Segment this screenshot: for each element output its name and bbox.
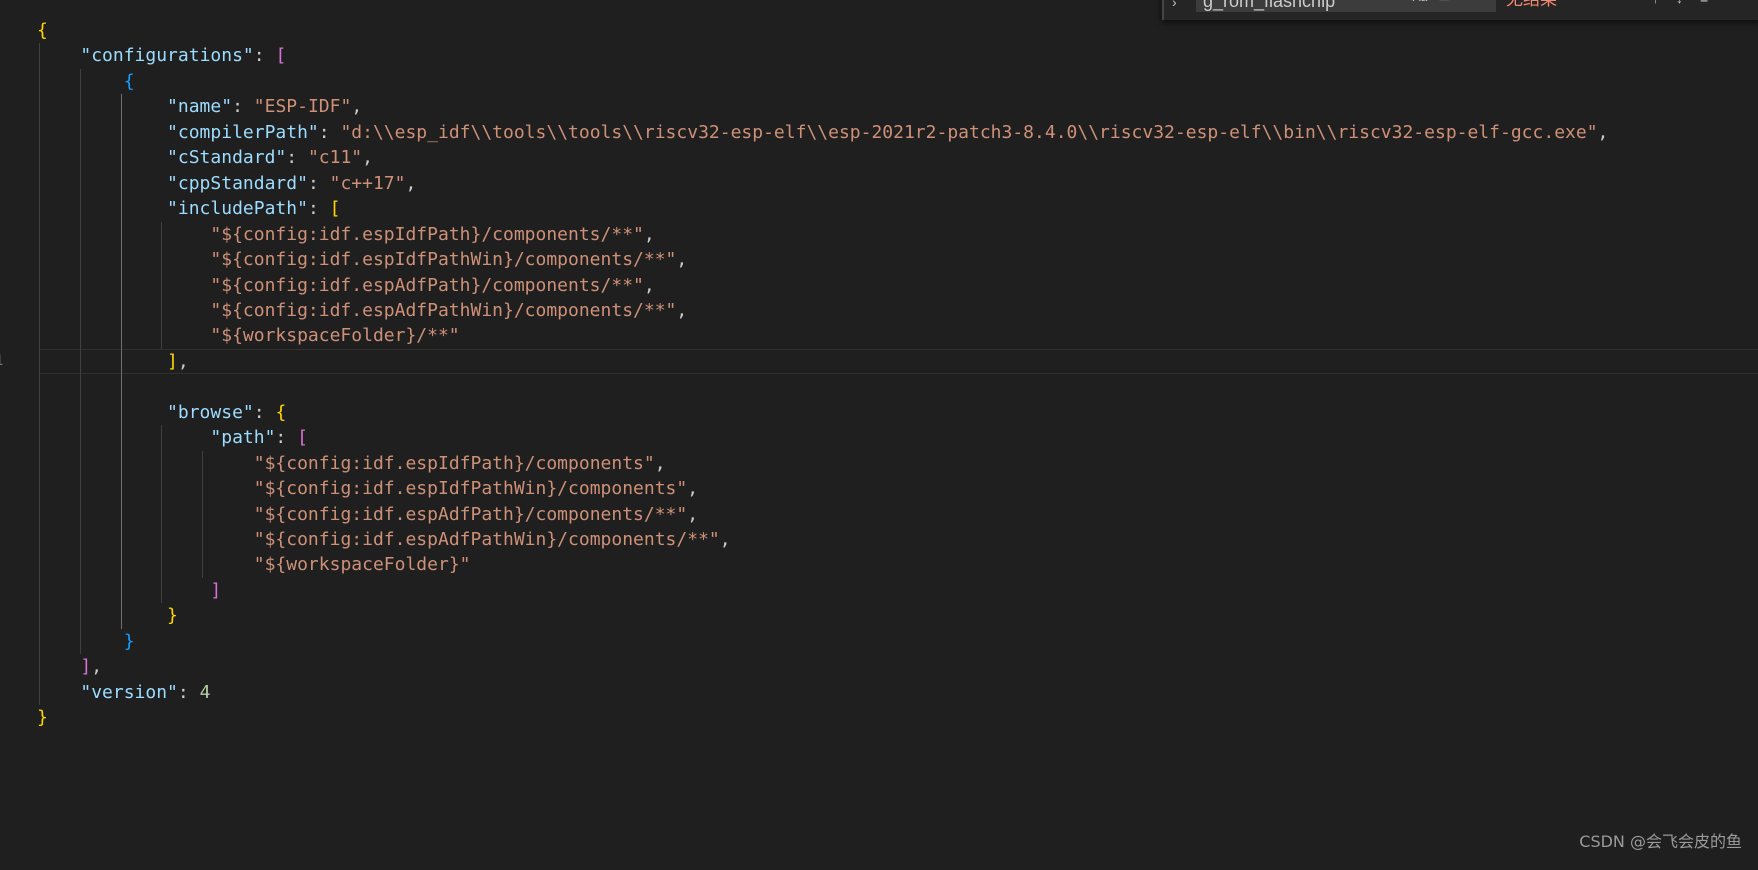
- next-match-icon[interactable]: ↓: [1676, 0, 1683, 6]
- code-line[interactable]: "version": 4: [37, 680, 210, 705]
- code-line[interactable]: "configurations": [: [37, 43, 286, 68]
- line-number: [0, 502, 8, 527]
- line-number: [0, 171, 8, 196]
- code-line[interactable]: "${config:idf.espAdfPath}/components/**"…: [37, 502, 698, 527]
- code-line[interactable]: ],: [37, 349, 189, 374]
- line-number: [0, 196, 8, 221]
- code-line[interactable]: "browse": {: [37, 400, 286, 425]
- line-number: [0, 705, 8, 730]
- line-number: [0, 18, 8, 43]
- code-line[interactable]: "${config:idf.espAdfPathWin}/components/…: [37, 298, 687, 323]
- code-line[interactable]: "${workspaceFolder}": [37, 552, 471, 577]
- line-number: [0, 120, 8, 145]
- line-number: [0, 323, 8, 348]
- line-number: [0, 43, 8, 68]
- code-editor[interactable]: 1 { "configurations": [ { "name": "ESP-I…: [0, 0, 1758, 870]
- line-number: [0, 298, 8, 323]
- code-line[interactable]: "${config:idf.espIdfPath}/components/**"…: [37, 222, 654, 247]
- code-line[interactable]: ],: [37, 654, 102, 679]
- line-number: [0, 94, 8, 119]
- previous-match-icon[interactable]: ↑: [1652, 0, 1659, 6]
- code-line[interactable]: }: [37, 629, 135, 654]
- watermark: CSDN @会飞会皮的鱼: [1579, 832, 1742, 851]
- match-case-icon[interactable]: Aa: [1410, 0, 1430, 8]
- code-line[interactable]: "compilerPath": "d:\\esp_idf\\tools\\too…: [37, 120, 1608, 145]
- code-line[interactable]: "cStandard": "c11",: [37, 145, 373, 170]
- find-result-text: 无结果: [1506, 0, 1557, 10]
- line-number: [0, 247, 8, 272]
- line-number: [0, 680, 8, 705]
- code-line[interactable]: {: [37, 18, 48, 43]
- line-number: [0, 451, 8, 476]
- line-number: [0, 629, 8, 654]
- find-in-selection-icon[interactable]: ≡: [1700, 0, 1708, 6]
- code-line[interactable]: "${config:idf.espAdfPath}/components/**"…: [37, 273, 654, 298]
- line-number: [0, 654, 8, 679]
- line-number: [0, 527, 8, 552]
- code-line[interactable]: "includePath": [: [37, 196, 340, 221]
- code-line[interactable]: "cppStandard": "c++17",: [37, 171, 416, 196]
- whole-word-icon[interactable]: ▭: [1434, 0, 1454, 8]
- code-line[interactable]: "${config:idf.espAdfPathWin}/components/…: [37, 527, 731, 552]
- current-line-highlight: [40, 348, 1758, 375]
- regex-icon[interactable]: ▪: [1458, 0, 1478, 8]
- code-line[interactable]: "${config:idf.espIdfPath}/components",: [37, 451, 666, 476]
- line-number: [0, 400, 8, 425]
- find-widget: › g_rom_flashchip Aa ▭ ▪ 无结果 ↑ ↓ ≡: [1162, 0, 1758, 20]
- code-line[interactable]: "${config:idf.espIdfPathWin}/components/…: [37, 247, 687, 272]
- line-number: [0, 145, 8, 170]
- line-number: [0, 273, 8, 298]
- line-number: [0, 374, 8, 399]
- line-number: [0, 222, 8, 247]
- line-number: [0, 552, 8, 577]
- code-line[interactable]: }: [37, 603, 178, 628]
- code-line[interactable]: {: [37, 69, 135, 94]
- line-number: 1: [0, 349, 8, 374]
- code-line[interactable]: "path": [: [37, 425, 308, 450]
- line-number: [0, 69, 8, 94]
- code-line[interactable]: }: [37, 705, 48, 730]
- line-number: [0, 476, 8, 501]
- line-number: [0, 603, 8, 628]
- code-line[interactable]: "name": "ESP-IDF",: [37, 94, 362, 119]
- line-number: [0, 425, 8, 450]
- chevron-right-icon[interactable]: ›: [1172, 0, 1177, 10]
- code-line[interactable]: ]: [37, 578, 221, 603]
- line-number-gutter: 1: [0, 0, 8, 870]
- line-number: [0, 578, 8, 603]
- code-line[interactable]: "${workspaceFolder}/**": [37, 323, 459, 348]
- code-line[interactable]: "${config:idf.espIdfPathWin}/components"…: [37, 476, 698, 501]
